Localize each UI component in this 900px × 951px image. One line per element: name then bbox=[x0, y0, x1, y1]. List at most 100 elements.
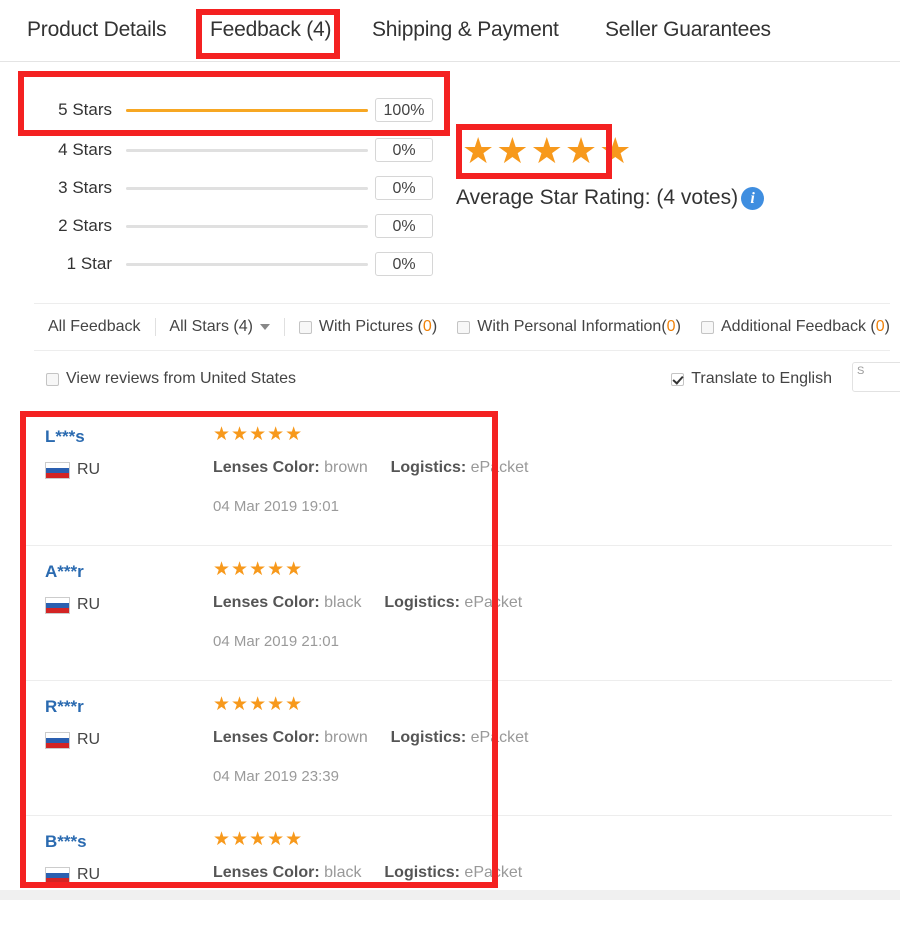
review-country-code: RU bbox=[77, 866, 101, 883]
filter-additional-tail: ) bbox=[884, 318, 890, 335]
review-country-code: RU bbox=[77, 596, 101, 613]
rating-row-percent: 0% bbox=[375, 252, 433, 276]
average-rating-text-row: Average Star Rating: (4 votes) i bbox=[456, 186, 765, 210]
filter-all-feedback[interactable]: All Feedback bbox=[48, 318, 141, 336]
review-country: RU bbox=[45, 866, 100, 884]
filter-with-personal-label: With Personal Information( bbox=[477, 318, 667, 335]
review-attr-value: ePacket bbox=[470, 459, 529, 476]
rating-row-label: 2 Stars bbox=[58, 216, 112, 235]
review-attr-value: brown bbox=[324, 459, 368, 476]
star-icon: ★ bbox=[462, 130, 495, 171]
filter-with-personal-tail: ) bbox=[675, 318, 681, 335]
filter-additional-count: 0 bbox=[875, 318, 885, 335]
page-bottom-edge bbox=[0, 890, 900, 900]
checkbox-with-personal-information[interactable] bbox=[457, 320, 471, 334]
rating-row-percent: 0% bbox=[375, 176, 433, 200]
star-icon: ★ bbox=[496, 130, 529, 171]
filter-additional-label: Additional Feedback ( bbox=[721, 318, 876, 335]
rating-row-percent: 0% bbox=[375, 138, 433, 162]
review-country: RU bbox=[45, 596, 100, 614]
review-attr-value: ePacket bbox=[470, 729, 529, 746]
review-date: 04 Mar 2019 21:01 bbox=[213, 633, 339, 650]
average-star-row: ★ ★ ★ ★ ★ bbox=[462, 130, 631, 172]
filter-with-personal-information[interactable]: With Personal Information(0) bbox=[457, 318, 681, 336]
feedback-filter-bar: All Feedback All Stars (4) With Pictures… bbox=[34, 303, 890, 351]
checkbox-additional-feedback[interactable] bbox=[701, 320, 714, 334]
flag-ru-icon bbox=[45, 866, 70, 884]
option-translate-to-english[interactable]: Translate to English bbox=[671, 370, 832, 388]
rating-row-track bbox=[126, 109, 368, 112]
review-country-code: RU bbox=[77, 731, 101, 748]
rating-row-label: 1 Star bbox=[66, 254, 112, 273]
review-stars: ★★★★★ bbox=[213, 829, 304, 850]
rating-row-percent: 0% bbox=[375, 214, 433, 238]
review-attr-value: black bbox=[324, 594, 362, 611]
rating-row-5-stars: 5 Stars 100% bbox=[0, 98, 450, 124]
review-country-code: RU bbox=[77, 461, 101, 478]
chevron-down-icon bbox=[259, 324, 270, 330]
rating-row-track bbox=[126, 225, 368, 228]
checkbox-translate[interactable] bbox=[671, 372, 685, 386]
review-attr-value: ePacket bbox=[464, 594, 523, 611]
review-attr-key: Logistics: bbox=[390, 729, 467, 746]
rating-row-fill bbox=[126, 109, 368, 112]
filter-with-pictures-tail: ) bbox=[431, 318, 438, 335]
review-attr-key: Logistics: bbox=[384, 864, 460, 881]
star-icon: ★ bbox=[564, 130, 598, 171]
review-attr-key: Lenses Color: bbox=[213, 459, 320, 476]
review-attr-key: Logistics: bbox=[384, 594, 460, 611]
rating-row-track bbox=[126, 149, 368, 152]
filter-all-stars-label: All Stars (4) bbox=[169, 318, 253, 335]
filter-all-stars-dropdown[interactable]: All Stars (4) bbox=[169, 318, 270, 336]
feedback-options-row: View reviews from United States Translat… bbox=[34, 362, 900, 404]
review-username[interactable]: B***s bbox=[45, 832, 87, 852]
review-attributes: Lenses Color: black Logistics: ePacket bbox=[213, 594, 522, 612]
checkbox-view-reviews[interactable] bbox=[46, 372, 59, 386]
tab-bar: Product Details Feedback (4) Shipping & … bbox=[0, 0, 900, 62]
review-item: B***s RU ★★★★★ Lenses Color: black Logis… bbox=[20, 816, 892, 951]
tab-feedback[interactable]: Feedback (4) bbox=[210, 18, 332, 42]
filter-divider bbox=[154, 318, 156, 336]
rating-row-label: 3 Stars bbox=[58, 178, 112, 197]
filter-with-pictures-count: 0 bbox=[422, 318, 432, 335]
rating-row-track bbox=[126, 187, 368, 190]
review-country: RU bbox=[45, 461, 100, 479]
review-item: R***r RU ★★★★★ Lenses Color: brown Logis… bbox=[20, 681, 892, 816]
review-date: 04 Mar 2019 19:01 bbox=[213, 498, 339, 515]
review-username[interactable]: R***r bbox=[45, 697, 84, 717]
option-translate-label: Translate to English bbox=[691, 370, 832, 387]
review-attributes: Lenses Color: brown Logistics: ePacket bbox=[213, 729, 528, 747]
review-item: L***s RU ★★★★★ Lenses Color: brown Logis… bbox=[20, 411, 892, 546]
flag-ru-icon bbox=[45, 461, 70, 479]
sort-dropdown-partial[interactable]: S bbox=[852, 362, 900, 392]
filter-with-pictures[interactable]: With Pictures (0) bbox=[298, 318, 438, 336]
tab-shipping-payment[interactable]: Shipping & Payment bbox=[372, 18, 559, 42]
review-attr-key: Lenses Color: bbox=[213, 729, 320, 746]
rating-row-2-stars: 2 Stars 0% bbox=[0, 214, 450, 240]
filter-divider bbox=[283, 318, 285, 336]
review-list: L***s RU ★★★★★ Lenses Color: brown Logis… bbox=[20, 411, 892, 951]
review-username[interactable]: L***s bbox=[45, 427, 85, 447]
tab-product-details[interactable]: Product Details bbox=[27, 18, 167, 42]
review-attr-value: brown bbox=[324, 729, 368, 746]
rating-row-percent: 100% bbox=[375, 98, 433, 122]
rating-breakdown: 5 Stars 100% 4 Stars 0% 3 Stars 0% 2 Sta… bbox=[0, 72, 450, 292]
review-stars: ★★★★★ bbox=[213, 559, 304, 580]
review-attr-key: Lenses Color: bbox=[213, 594, 320, 611]
filter-additional-feedback[interactable]: Additional Feedback (0) bbox=[701, 318, 890, 336]
average-rating-label: Average Star Rating: (4 votes) bbox=[456, 186, 739, 209]
tab-seller-guarantees[interactable]: Seller Guarantees bbox=[605, 18, 771, 42]
review-attr-key: Logistics: bbox=[390, 459, 467, 476]
review-stars: ★★★★★ bbox=[213, 424, 304, 445]
rating-row-label: 4 Stars bbox=[58, 140, 112, 159]
option-view-reviews-label: View reviews from United States bbox=[66, 370, 297, 387]
option-view-reviews-from-country[interactable]: View reviews from United States bbox=[46, 370, 296, 388]
review-item: A***r RU ★★★★★ Lenses Color: black Logis… bbox=[20, 546, 892, 681]
checkbox-with-pictures[interactable] bbox=[298, 320, 312, 334]
info-icon[interactable]: i bbox=[741, 186, 765, 210]
review-stars: ★★★★★ bbox=[213, 694, 304, 715]
star-icon: ★ bbox=[530, 130, 563, 171]
review-attr-value: ePacket bbox=[464, 864, 523, 881]
review-attributes: Lenses Color: black Logistics: ePacket bbox=[213, 864, 522, 882]
review-username[interactable]: A***r bbox=[45, 562, 84, 582]
